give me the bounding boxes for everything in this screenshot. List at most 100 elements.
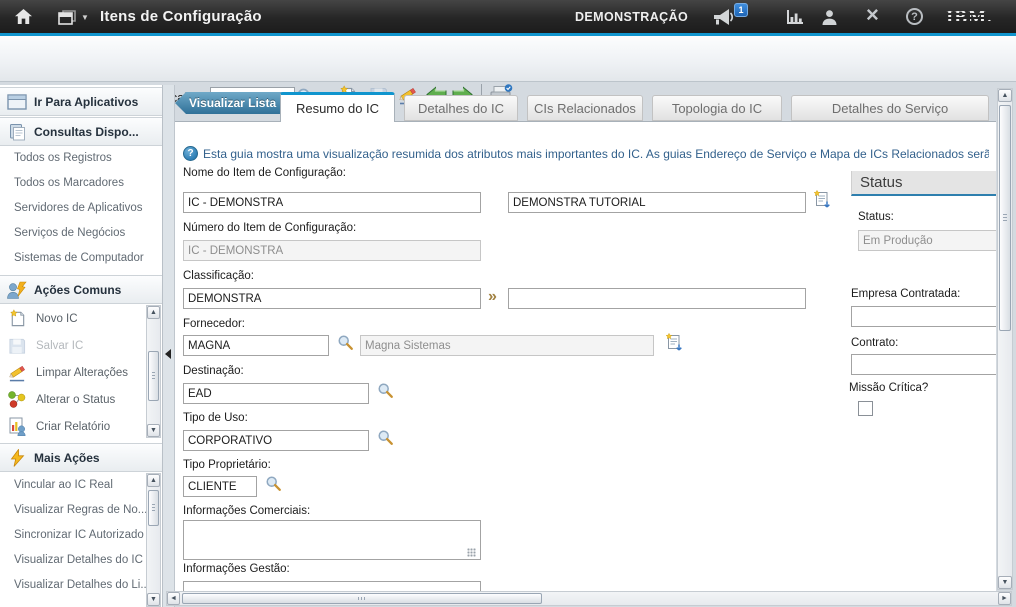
fornecedor-label: Fornecedor:: [183, 318, 245, 330]
scrollbar-thumb[interactable]: [182, 593, 542, 604]
status-circles-icon: [5, 390, 29, 409]
status-label: Status:: [858, 211, 894, 223]
scroll-up-icon[interactable]: ▲: [147, 474, 160, 487]
fornecedor-descricao-input: [360, 335, 654, 356]
scroll-right-icon[interactable]: ►: [998, 592, 1011, 605]
action-visualizar-regras[interactable]: Visualizar Regras de No...: [0, 498, 162, 523]
informacoes-gestao-textarea[interactable]: [183, 581, 481, 591]
tab-bar: Visualizar Lista Resumo do IC Detalhes d…: [175, 85, 1016, 121]
sidebar-splitter[interactable]: [163, 85, 175, 607]
action-sincronizar-ic[interactable]: Sincronizar IC Autorizado: [0, 523, 162, 548]
tab-detalhes-do-servico[interactable]: Detalhes do Serviço: [791, 95, 989, 121]
tipo-uso-label: Tipo de Uso:: [183, 412, 248, 424]
sidebar-item-sistemas-computador[interactable]: Sistemas de Computador: [0, 246, 162, 271]
sidebar-item-todos-marcadores[interactable]: Todos os Marcadores: [0, 171, 162, 196]
header-bar: ▼ Itens de Configuração DEMONSTRAÇÃO 1: [0, 0, 1016, 33]
close-session-icon[interactable]: ×: [866, 5, 879, 25]
tab-cis-relacionados[interactable]: CIs Relacionados: [527, 95, 643, 121]
more-actions-list: Vincular ao IC Real Visualizar Regras de…: [0, 473, 162, 607]
main-toolbar: ▼ Localizar: ▼: [0, 36, 1016, 82]
informacoes-gestao-label: Informações Gestão:: [183, 563, 290, 575]
missao-critica-checkbox[interactable]: [858, 401, 873, 416]
report-icon: [5, 417, 29, 436]
announcements-icon[interactable]: 1: [712, 8, 736, 26]
tipo-uso-lookup-icon[interactable]: [377, 429, 394, 446]
consultas-list: Todos os Registros Todos os Marcadores S…: [0, 146, 162, 271]
action-alterar-status[interactable]: Alterar o Status: [0, 386, 162, 413]
missao-critica-label: Missão Crítica?: [849, 382, 928, 394]
contrato-input[interactable]: [851, 354, 996, 375]
scroll-down-icon[interactable]: ▼: [998, 576, 1012, 589]
long-description-icon[interactable]: [665, 333, 683, 352]
main-horizontal-scrollbar[interactable]: ◄ ►: [166, 591, 1012, 606]
scroll-left-icon[interactable]: ◄: [167, 592, 180, 605]
classificacao-input[interactable]: [183, 288, 481, 309]
scrollbar-thumb[interactable]: [148, 351, 159, 401]
contrato-label: Contrato:: [851, 337, 898, 349]
more-actions-scrollbar[interactable]: ▲ ▼: [146, 473, 161, 607]
visualizar-lista-button[interactable]: Visualizar Lista: [175, 92, 283, 114]
tab-topologia-do-ic[interactable]: Topologia do IC: [652, 95, 782, 121]
scrollbar-thumb[interactable]: [999, 105, 1011, 331]
main-vertical-scrollbar[interactable]: ▲ ▼: [997, 88, 1013, 590]
sidebar-section-acoes-comuns[interactable]: Ações Comuns: [0, 275, 162, 304]
resumo-do-ic-panel: ? Esta guia mostra uma visualização resu…: [175, 121, 996, 591]
nome-input[interactable]: [183, 192, 481, 213]
new-document-icon: [5, 309, 29, 328]
action-visualizar-detalhes-ic[interactable]: Visualizar Detalhes do IC ...: [0, 548, 162, 573]
empresa-contratada-label: Empresa Contratada:: [851, 288, 960, 300]
scroll-down-icon[interactable]: ▼: [147, 593, 160, 606]
action-criar-relatorio[interactable]: Criar Relatório: [0, 413, 162, 440]
reports-chart-icon[interactable]: [786, 9, 804, 25]
section-title: Mais Ações: [34, 451, 100, 465]
sidebar-section-mais-acoes[interactable]: Mais Ações: [0, 443, 162, 472]
scroll-up-icon[interactable]: ▲: [998, 89, 1012, 102]
actions-scrollbar[interactable]: ▲ ▼: [146, 305, 161, 438]
destinacao-input[interactable]: [183, 383, 369, 404]
status-input: [858, 230, 996, 251]
collapse-sidebar-icon[interactable]: [165, 349, 171, 359]
save-disk-icon: [5, 337, 29, 355]
informacoes-comerciais-label: Informações Comerciais:: [183, 505, 310, 517]
sidebar-item-todos-registros[interactable]: Todos os Registros: [0, 146, 162, 171]
page-title: Itens de Configuração: [100, 8, 262, 25]
help-icon[interactable]: ?: [906, 8, 923, 25]
classificacao-descricao-input[interactable]: [508, 288, 806, 309]
status-panel-header: Status: [851, 171, 996, 196]
action-limpar-alteracoes[interactable]: Limpar Alterações: [0, 359, 162, 386]
queries-icon: [6, 123, 28, 141]
sidebar-item-servidores-aplicativos[interactable]: Servidores de Aplicativos: [0, 196, 162, 221]
fornecedor-lookup-icon[interactable]: [337, 334, 354, 351]
section-title: Ir Para Aplicativos: [34, 95, 138, 109]
application-window-icon: [6, 94, 28, 110]
info-message: Esta guia mostra uma visualização resumi…: [203, 147, 989, 161]
numero-input: [183, 240, 481, 261]
ibm-logo: IBM.: [946, 7, 993, 29]
scroll-down-icon[interactable]: ▼: [147, 424, 160, 437]
action-novo-ic[interactable]: Novo IC: [0, 305, 162, 332]
sidebar-section-consultas[interactable]: Consultas Dispo...: [0, 117, 162, 146]
home-icon[interactable]: [14, 8, 33, 25]
long-description-icon[interactable]: [813, 190, 831, 209]
tab-detalhes-do-ic[interactable]: Detalhes do IC: [404, 95, 518, 121]
sidebar-section-ir-para-aplicativos[interactable]: Ir Para Aplicativos: [0, 87, 162, 116]
empresa-contratada-input[interactable]: [851, 306, 996, 327]
tab-resumo-do-ic[interactable]: Resumo do IC: [280, 92, 395, 122]
tipo-proprietario-lookup-icon[interactable]: [265, 475, 282, 492]
nome-descricao-input[interactable]: [508, 192, 806, 213]
destinacao-lookup-icon[interactable]: [377, 382, 394, 399]
sidebar-item-servicos-negocios[interactable]: Serviços de Negócios: [0, 221, 162, 246]
go-to-applications-menu-icon[interactable]: ▼: [58, 9, 89, 25]
scrollbar-thumb[interactable]: [148, 490, 159, 526]
action-vincular-ic-real[interactable]: Vincular ao IC Real: [0, 473, 162, 498]
action-visualizar-detalhes-li[interactable]: Visualizar Detalhes do Li...: [0, 573, 162, 598]
classify-chevrons-icon[interactable]: »: [488, 288, 497, 306]
profile-icon[interactable]: [821, 9, 838, 25]
tipo-proprietario-input[interactable]: [183, 476, 257, 497]
tipo-uso-input[interactable]: [183, 430, 369, 451]
sidebar: Ir Para Aplicativos Consultas Dispo... T…: [0, 85, 163, 607]
notification-badge: 1: [734, 3, 748, 17]
scroll-up-icon[interactable]: ▲: [147, 306, 160, 319]
informacoes-comerciais-textarea[interactable]: [183, 520, 481, 560]
fornecedor-input[interactable]: [183, 335, 329, 356]
